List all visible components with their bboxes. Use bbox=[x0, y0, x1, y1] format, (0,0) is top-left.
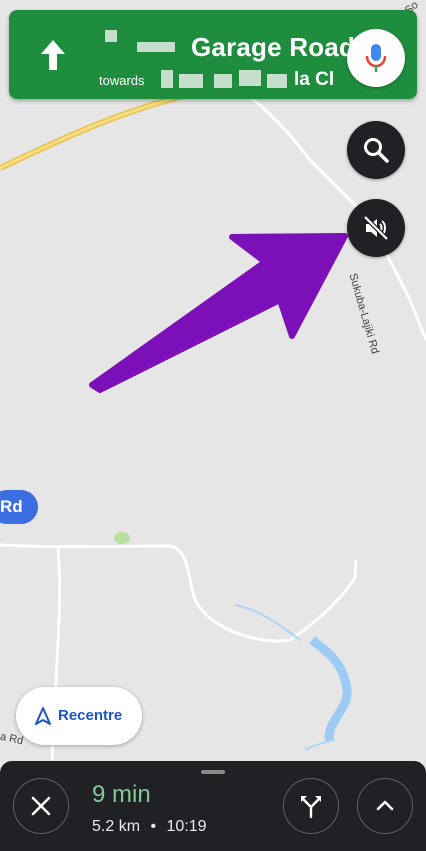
road-badge-label: Rd bbox=[0, 497, 23, 516]
fork-route-icon bbox=[301, 796, 321, 819]
volume-off-icon bbox=[363, 215, 389, 241]
pixelated-text bbox=[137, 42, 175, 52]
trip-distance: 5.2 km bbox=[92, 818, 141, 835]
search-icon bbox=[364, 138, 389, 163]
eta-details: 5.2 km • 10:19 bbox=[92, 818, 207, 836]
pixelated-text bbox=[214, 74, 232, 88]
mute-button[interactable] bbox=[347, 199, 405, 257]
pixelated-text bbox=[105, 30, 117, 42]
park-area bbox=[114, 532, 130, 544]
voice-search-button[interactable] bbox=[347, 29, 405, 87]
pixelated-text bbox=[267, 74, 287, 88]
street-name: Garage Road bbox=[191, 32, 356, 62]
purple-annotation-arrow bbox=[89, 233, 348, 393]
eta-duration: 9 min bbox=[92, 781, 151, 808]
navigation-banner[interactable]: Garage Road towards la Cl bbox=[9, 10, 417, 99]
trip-bottom-sheet[interactable]: 9 min 5.2 km • 10:19 bbox=[0, 761, 426, 851]
towards-destination: la Cl bbox=[294, 69, 335, 90]
expand-sheet-button[interactable] bbox=[357, 778, 413, 834]
separator-dot: • bbox=[150, 818, 157, 835]
sheet-drag-handle[interactable] bbox=[201, 770, 225, 774]
road-badge: Rd bbox=[0, 490, 38, 524]
alternate-routes-button[interactable] bbox=[283, 778, 339, 834]
navigation-arrow-icon bbox=[35, 707, 51, 725]
microphone-icon bbox=[365, 44, 387, 72]
exit-navigation-button[interactable] bbox=[13, 778, 69, 834]
water-body bbox=[309, 636, 352, 742]
arrival-time: 10:19 bbox=[166, 818, 207, 835]
chevron-up-icon bbox=[376, 800, 394, 811]
recentre-label: Recentre bbox=[58, 707, 123, 724]
pixelated-text bbox=[179, 74, 203, 88]
local-road bbox=[0, 543, 358, 643]
close-icon bbox=[31, 796, 51, 816]
pixelated-text bbox=[239, 70, 261, 86]
arrow-up-icon bbox=[41, 40, 65, 70]
pixelated-text bbox=[161, 70, 173, 88]
recentre-button[interactable]: Recentre bbox=[16, 687, 142, 745]
search-button[interactable] bbox=[347, 121, 405, 179]
towards-label: towards bbox=[99, 73, 145, 88]
